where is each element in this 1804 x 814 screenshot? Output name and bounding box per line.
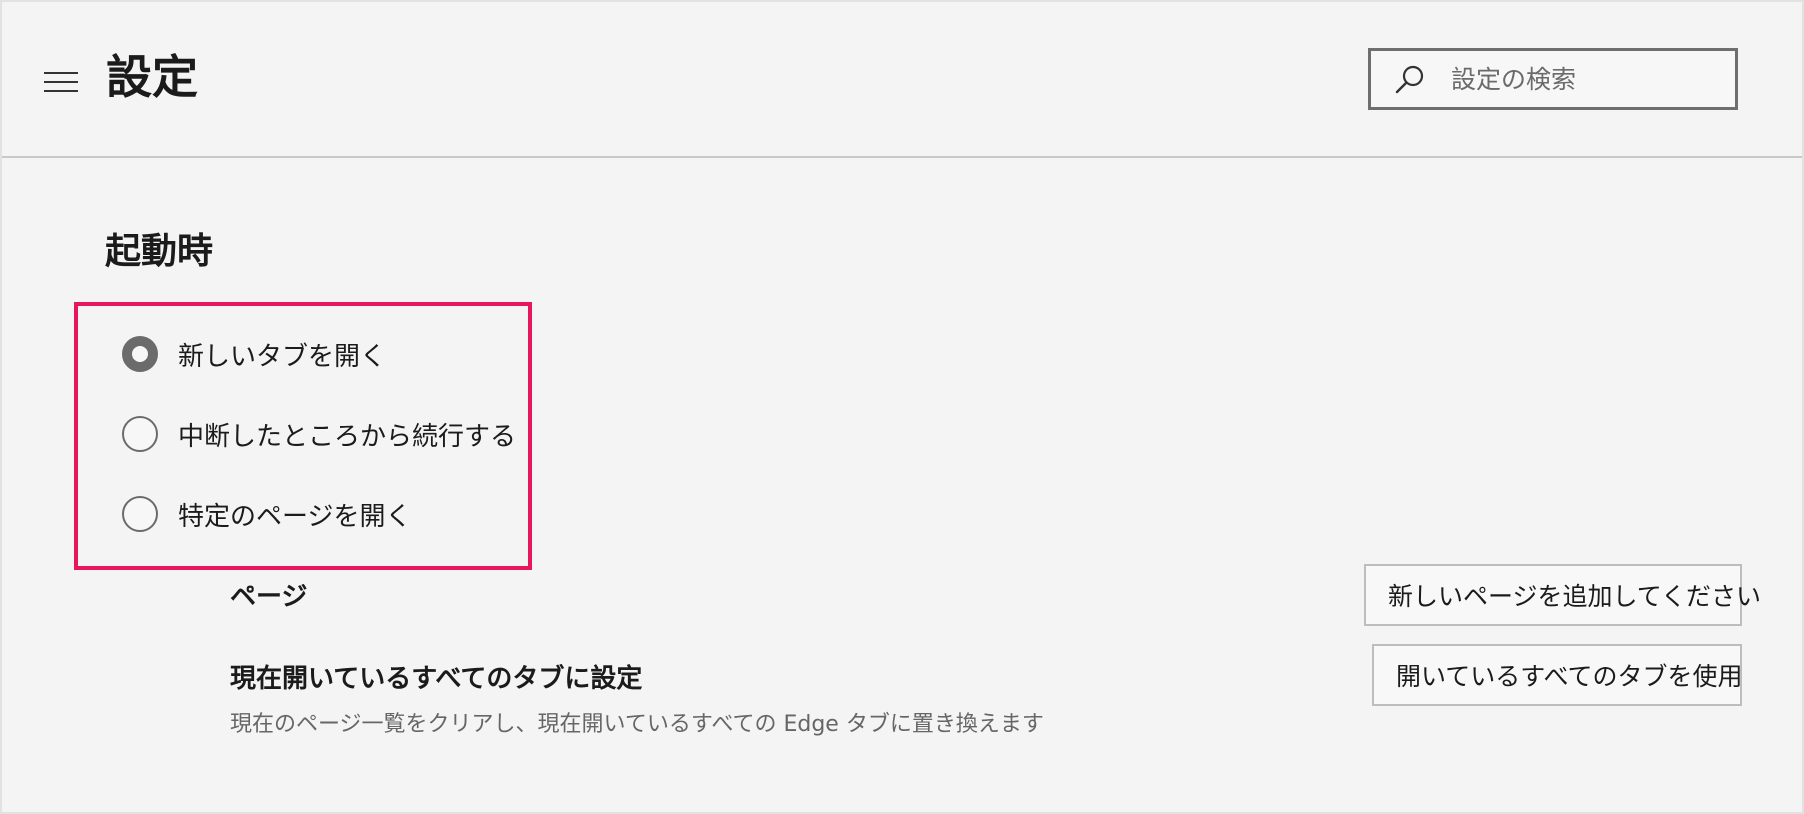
radio-option-specific-pages[interactable]: 特定のページを開く [122, 492, 411, 536]
add-page-button[interactable]: 新しいページを追加してください [1364, 564, 1761, 626]
settings-header: 設定 [2, 2, 1802, 158]
settings-window: 設定 起動時 新しいタブを開く 中断したところから続行する 特定のページを開く … [0, 0, 1804, 814]
use-open-tabs-title: 現在開いているすべてのタブに設定 [230, 664, 643, 694]
search-icon [1395, 65, 1424, 94]
search-box[interactable] [1368, 48, 1738, 110]
radio-label: 中断したところから続行する [178, 421, 517, 452]
radio-button[interactable] [122, 416, 158, 452]
use-open-tabs-description: 現在のページ一覧をクリアし、現在開いているすべての Edge タブに置き換えます [230, 712, 1044, 737]
search-input[interactable] [1451, 59, 1721, 99]
page-title: 設定 [106, 50, 198, 104]
section-title-startup: 起動時 [105, 231, 214, 272]
radio-button[interactable] [122, 496, 158, 532]
menu-icon[interactable] [44, 72, 78, 94]
pages-label: ページ [230, 582, 308, 612]
use-open-tabs-button[interactable]: 開いているすべてのタブを使用 [1372, 644, 1743, 706]
radio-button-checked[interactable] [122, 336, 158, 372]
radio-label: 新しいタブを開く [178, 341, 387, 372]
radio-option-continue[interactable]: 中断したところから続行する [122, 412, 516, 456]
radio-label: 特定のページを開く [178, 501, 412, 532]
radio-option-new-tab[interactable]: 新しいタブを開く [122, 332, 386, 376]
